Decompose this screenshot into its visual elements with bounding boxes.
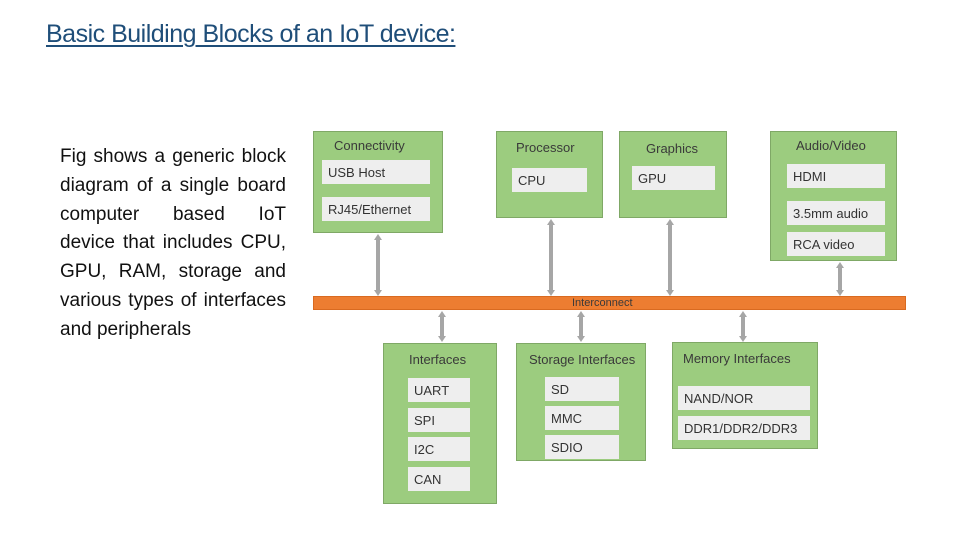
item-sdio: SDIO bbox=[545, 435, 619, 459]
block-title: Audio/Video bbox=[796, 138, 866, 153]
item-rca-video: RCA video bbox=[787, 232, 885, 256]
block-storage-interfaces: Storage Interfaces SD MMC SDIO bbox=[516, 343, 646, 461]
iot-block-diagram: Connectivity USB Host RJ45/Ethernet Proc… bbox=[0, 0, 960, 540]
bidirectional-arrow-icon bbox=[374, 234, 382, 296]
bidirectional-arrow-icon bbox=[438, 311, 446, 342]
bidirectional-arrow-icon bbox=[666, 219, 674, 296]
block-connectivity: Connectivity USB Host RJ45/Ethernet bbox=[313, 131, 443, 233]
block-processor: Processor CPU bbox=[496, 131, 603, 218]
item-sd: SD bbox=[545, 377, 619, 401]
block-title: Processor bbox=[516, 140, 575, 155]
item-uart: UART bbox=[408, 378, 470, 402]
item-usb-host: USB Host bbox=[322, 160, 430, 184]
item-i2c: I2C bbox=[408, 437, 470, 461]
bidirectional-arrow-icon bbox=[577, 311, 585, 342]
item-cpu: CPU bbox=[512, 168, 587, 192]
block-memory-interfaces: Memory Interfaces NAND/NOR DDR1/DDR2/DDR… bbox=[672, 342, 818, 449]
block-audio-video: Audio/Video HDMI 3.5mm audio RCA video bbox=[770, 131, 897, 261]
block-title: Graphics bbox=[646, 141, 699, 156]
item-rj45-ethernet: RJ45/Ethernet bbox=[322, 197, 430, 221]
item-ddr: DDR1/DDR2/DDR3 bbox=[678, 416, 810, 440]
block-title: Interfaces bbox=[409, 352, 467, 367]
block-graphics: Graphics GPU bbox=[619, 131, 727, 218]
bidirectional-arrow-icon bbox=[547, 219, 555, 296]
block-title: Storage Interfaces bbox=[529, 352, 636, 367]
interconnect-label: Interconnect bbox=[572, 297, 633, 309]
bidirectional-arrow-icon bbox=[836, 262, 844, 296]
item-gpu: GPU bbox=[632, 166, 715, 190]
item-3-5mm-audio: 3.5mm audio bbox=[787, 201, 885, 225]
block-title: Memory Interfaces bbox=[683, 351, 791, 366]
item-spi: SPI bbox=[408, 408, 470, 432]
item-nand-nor: NAND/NOR bbox=[678, 386, 810, 410]
item-mmc: MMC bbox=[545, 406, 619, 430]
item-hdmi: HDMI bbox=[787, 164, 885, 188]
block-title: Connectivity bbox=[334, 138, 405, 153]
item-can: CAN bbox=[408, 467, 470, 491]
block-interfaces: Interfaces UART SPI I2C CAN bbox=[383, 343, 497, 504]
bidirectional-arrow-icon bbox=[739, 311, 747, 342]
